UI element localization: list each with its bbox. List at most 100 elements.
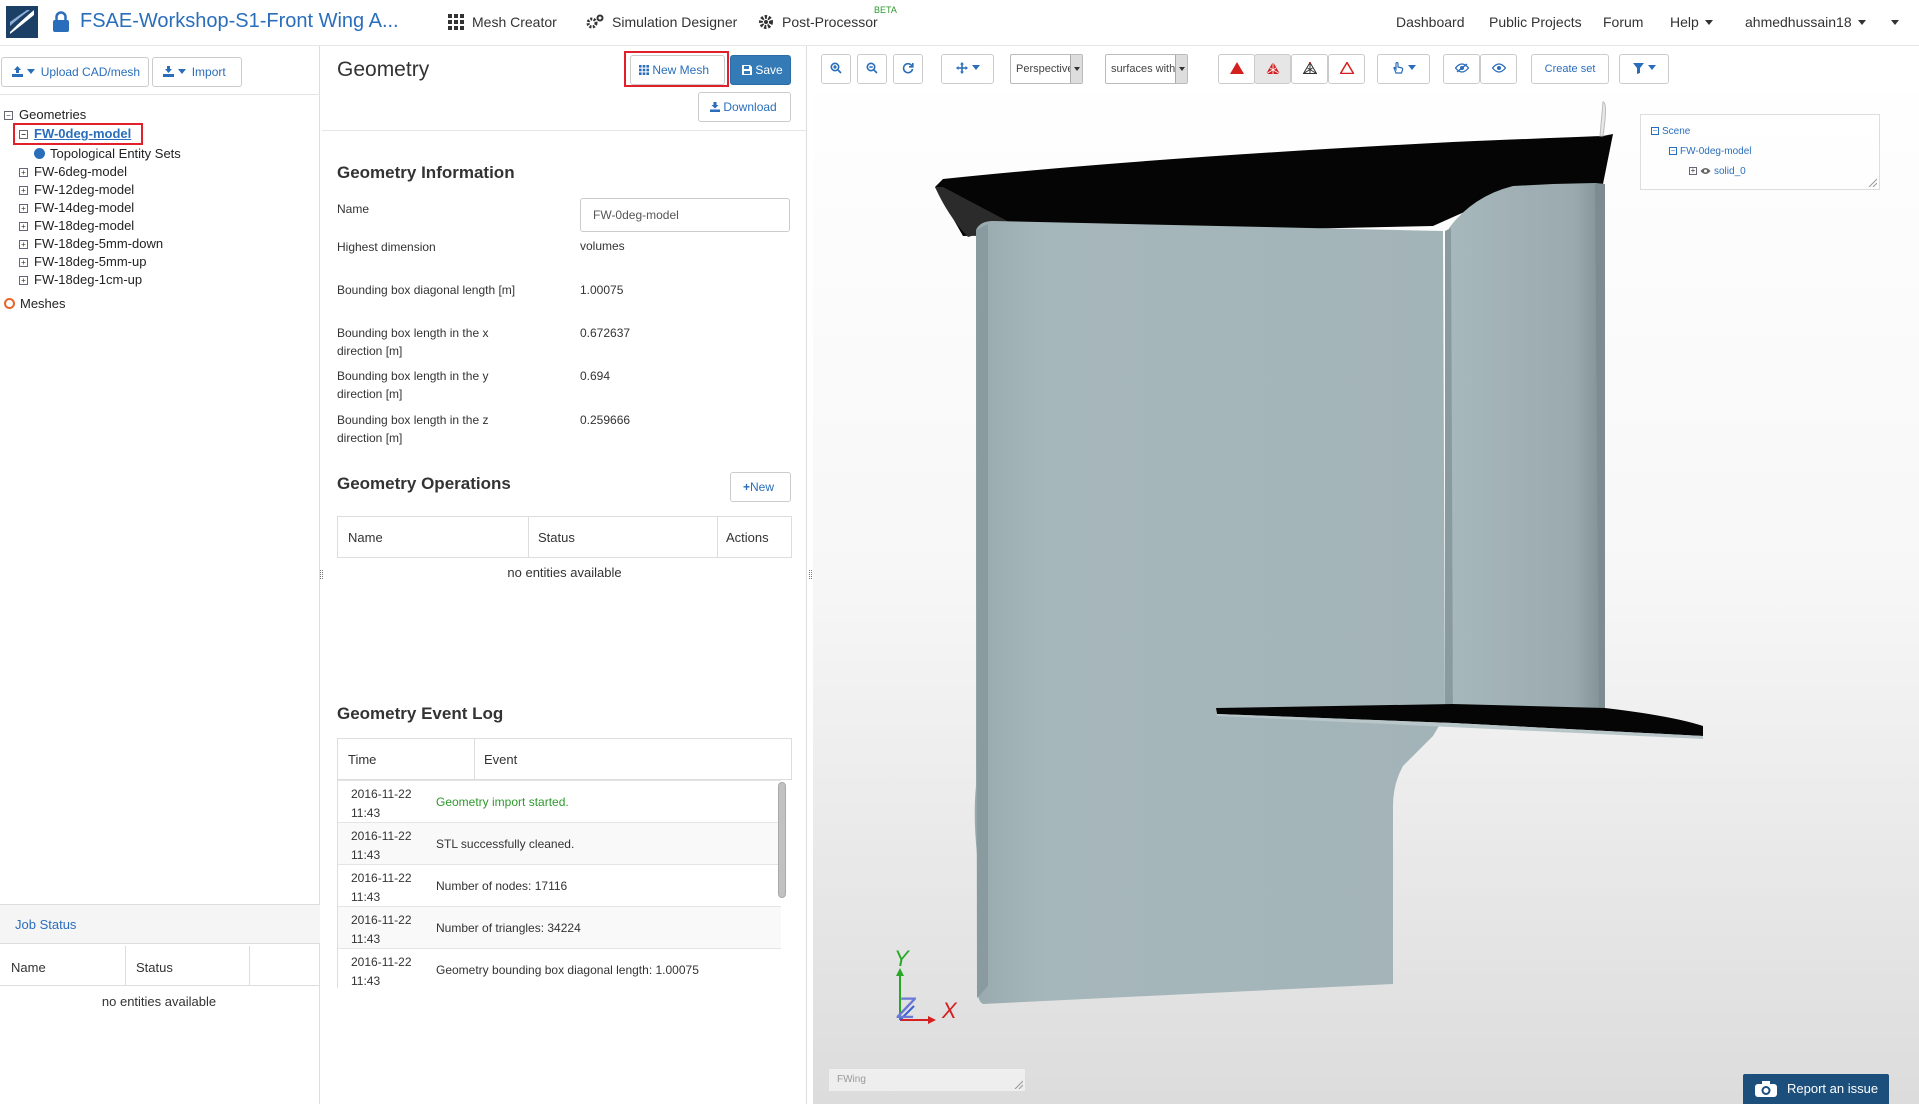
view-wireframe-button[interactable] xyxy=(1291,54,1328,84)
3d-viewer[interactable] xyxy=(813,46,1919,1104)
nav-public-projects[interactable]: Public Projects xyxy=(1489,14,1582,30)
scene-tree-panel[interactable]: − Scene − FW-0deg-model + solid_0 xyxy=(1640,114,1880,190)
expand-icon[interactable]: + xyxy=(19,258,28,267)
download-button[interactable]: Download xyxy=(698,92,791,122)
select-tool-dropdown[interactable] xyxy=(1377,54,1430,84)
nav-user-menu[interactable]: ahmedhussain18 xyxy=(1745,14,1866,30)
highest-dimension-value: volumes xyxy=(580,239,625,253)
refresh-icon xyxy=(902,62,914,74)
view-solid-button[interactable] xyxy=(1218,54,1255,84)
report-issue-button[interactable]: Report an issue xyxy=(1743,1074,1889,1104)
report-issue-label: Report an issue xyxy=(1787,1081,1879,1096)
geometry-name-input[interactable]: FW-0deg-model xyxy=(580,198,790,232)
nav-more-menu[interactable] xyxy=(1885,14,1899,30)
tree-item-geometry[interactable]: + FW-6deg-model xyxy=(19,164,127,179)
expand-icon[interactable]: + xyxy=(19,222,28,231)
save-button[interactable]: Save xyxy=(730,55,791,85)
create-set-button[interactable]: Create set xyxy=(1531,54,1609,84)
front-wing-model[interactable] xyxy=(813,46,1919,1104)
tree-item-geometry[interactable]: + FW-18deg-model xyxy=(19,218,134,233)
splitter-handle[interactable] xyxy=(809,570,812,579)
project-title[interactable]: FSAE-Workshop-S1-Front Wing A... xyxy=(80,10,399,33)
tree-item-geometry[interactable]: + FW-18deg-5mm-down xyxy=(19,236,163,251)
hide-selection-button[interactable] xyxy=(1443,54,1480,84)
log-time-of-day: 11:43 xyxy=(351,890,381,904)
column-header-name[interactable]: Name xyxy=(11,960,46,975)
tree-item-geometry[interactable]: + FW-18deg-5mm-up xyxy=(19,254,146,269)
job-status-title[interactable]: Job Status xyxy=(15,917,76,932)
scene-model-item[interactable]: − FW-0deg-model xyxy=(1669,146,1752,157)
projection-value: Perspective xyxy=(1016,63,1074,75)
column-header-actions[interactable]: Actions xyxy=(726,530,769,545)
beta-badge: BETA xyxy=(874,5,897,15)
nav-post-processor[interactable]: Post-Processor xyxy=(758,14,878,30)
tree-item-topological-sets[interactable]: Topological Entity Sets xyxy=(34,146,181,161)
eye-icon xyxy=(1491,63,1506,73)
expand-icon[interactable]: + xyxy=(1689,167,1697,175)
show-all-button[interactable] xyxy=(1480,54,1517,84)
section-title-geometry-information: Geometry Information xyxy=(337,163,515,182)
highlight-box xyxy=(624,51,729,87)
nav-mesh-creator[interactable]: Mesh Creator xyxy=(448,14,557,30)
nav-dashboard[interactable]: Dashboard xyxy=(1396,14,1465,30)
expand-icon[interactable]: + xyxy=(19,240,28,249)
scrollbar-thumb[interactable] xyxy=(778,782,786,898)
expand-icon[interactable]: + xyxy=(19,168,28,177)
filter-dropdown[interactable] xyxy=(1619,54,1669,84)
column-header-time[interactable]: Time xyxy=(348,752,376,767)
table-row: 2016-11-22 11:43 Geometry import started. xyxy=(338,780,781,822)
model-label-box[interactable]: FWing xyxy=(828,1068,1026,1092)
log-event: STL successfully cleaned. xyxy=(436,837,575,851)
column-header-status[interactable]: Status xyxy=(136,960,173,975)
expand-icon[interactable]: + xyxy=(19,204,28,213)
expand-icon[interactable]: + xyxy=(19,186,28,195)
move-tool-dropdown[interactable] xyxy=(941,54,994,84)
collapse-icon[interactable]: − xyxy=(1651,127,1659,135)
log-time: 2016-11-22 11:43 xyxy=(351,785,412,823)
download-icon xyxy=(163,66,174,77)
eye-icon[interactable] xyxy=(1700,167,1711,175)
import-button[interactable]: Import xyxy=(152,57,242,87)
scene-root-label: Scene xyxy=(1662,126,1691,137)
splitter-handle[interactable] xyxy=(320,570,323,579)
section-title-geometry-operations: Geometry Operations xyxy=(337,474,511,493)
column-header-event[interactable]: Event xyxy=(484,752,517,767)
reset-view-button[interactable] xyxy=(893,54,923,84)
view-solid-wireframe-button[interactable] xyxy=(1254,54,1291,84)
collapse-icon[interactable]: − xyxy=(1669,147,1677,155)
bbox-diagonal-label: Bounding box diagonal length [m] xyxy=(337,283,516,297)
axis-x-label: X xyxy=(941,998,958,1023)
new-operation-button[interactable]: +New xyxy=(730,472,791,502)
render-mode-select[interactable]: surfaces with w xyxy=(1105,54,1188,84)
tree-meshes-root[interactable]: Meshes xyxy=(4,296,66,311)
log-time-of-day: 11:43 xyxy=(351,806,381,820)
resize-grip-icon[interactable] xyxy=(1867,177,1877,187)
chevron-down-icon xyxy=(1704,20,1713,25)
tree-item-geometry[interactable]: + FW-12deg-model xyxy=(19,182,134,197)
upload-cad-mesh-button[interactable]: Upload CAD/mesh xyxy=(1,57,149,87)
scene-solid-item[interactable]: + solid_0 xyxy=(1689,166,1746,177)
chevron-down-icon xyxy=(27,69,36,74)
nav-forum[interactable]: Forum xyxy=(1603,14,1643,30)
projection-select[interactable]: Perspective xyxy=(1010,54,1083,84)
scene-root[interactable]: − Scene xyxy=(1651,126,1690,137)
tree-item-geometry[interactable]: + FW-14deg-model xyxy=(19,200,134,215)
view-points-button[interactable] xyxy=(1328,54,1365,84)
zoom-out-button[interactable] xyxy=(857,54,887,84)
upload-cad-mesh-label: Upload CAD/mesh xyxy=(40,65,141,79)
column-header-name[interactable]: Name xyxy=(348,530,383,545)
highest-dimension-label: Highest dimension xyxy=(337,240,436,254)
expand-icon[interactable]: + xyxy=(19,276,28,285)
column-header-status[interactable]: Status xyxy=(538,530,575,545)
gears-icon xyxy=(586,14,604,29)
import-label: Import xyxy=(191,65,226,79)
nav-help[interactable]: Help xyxy=(1670,14,1713,30)
tree-item-label: FW-18deg-5mm-down xyxy=(34,236,164,251)
collapse-icon[interactable]: − xyxy=(4,111,13,120)
tree-item-geometry[interactable]: + FW-18deg-1cm-up xyxy=(19,272,142,287)
zoom-in-button[interactable] xyxy=(821,54,851,84)
nav-simulation-designer[interactable]: Simulation Designer xyxy=(586,14,737,30)
tree-geometries-root[interactable]: − Geometries xyxy=(4,107,86,122)
resize-grip-icon[interactable] xyxy=(1013,1079,1023,1089)
simscale-logo[interactable] xyxy=(6,6,38,38)
